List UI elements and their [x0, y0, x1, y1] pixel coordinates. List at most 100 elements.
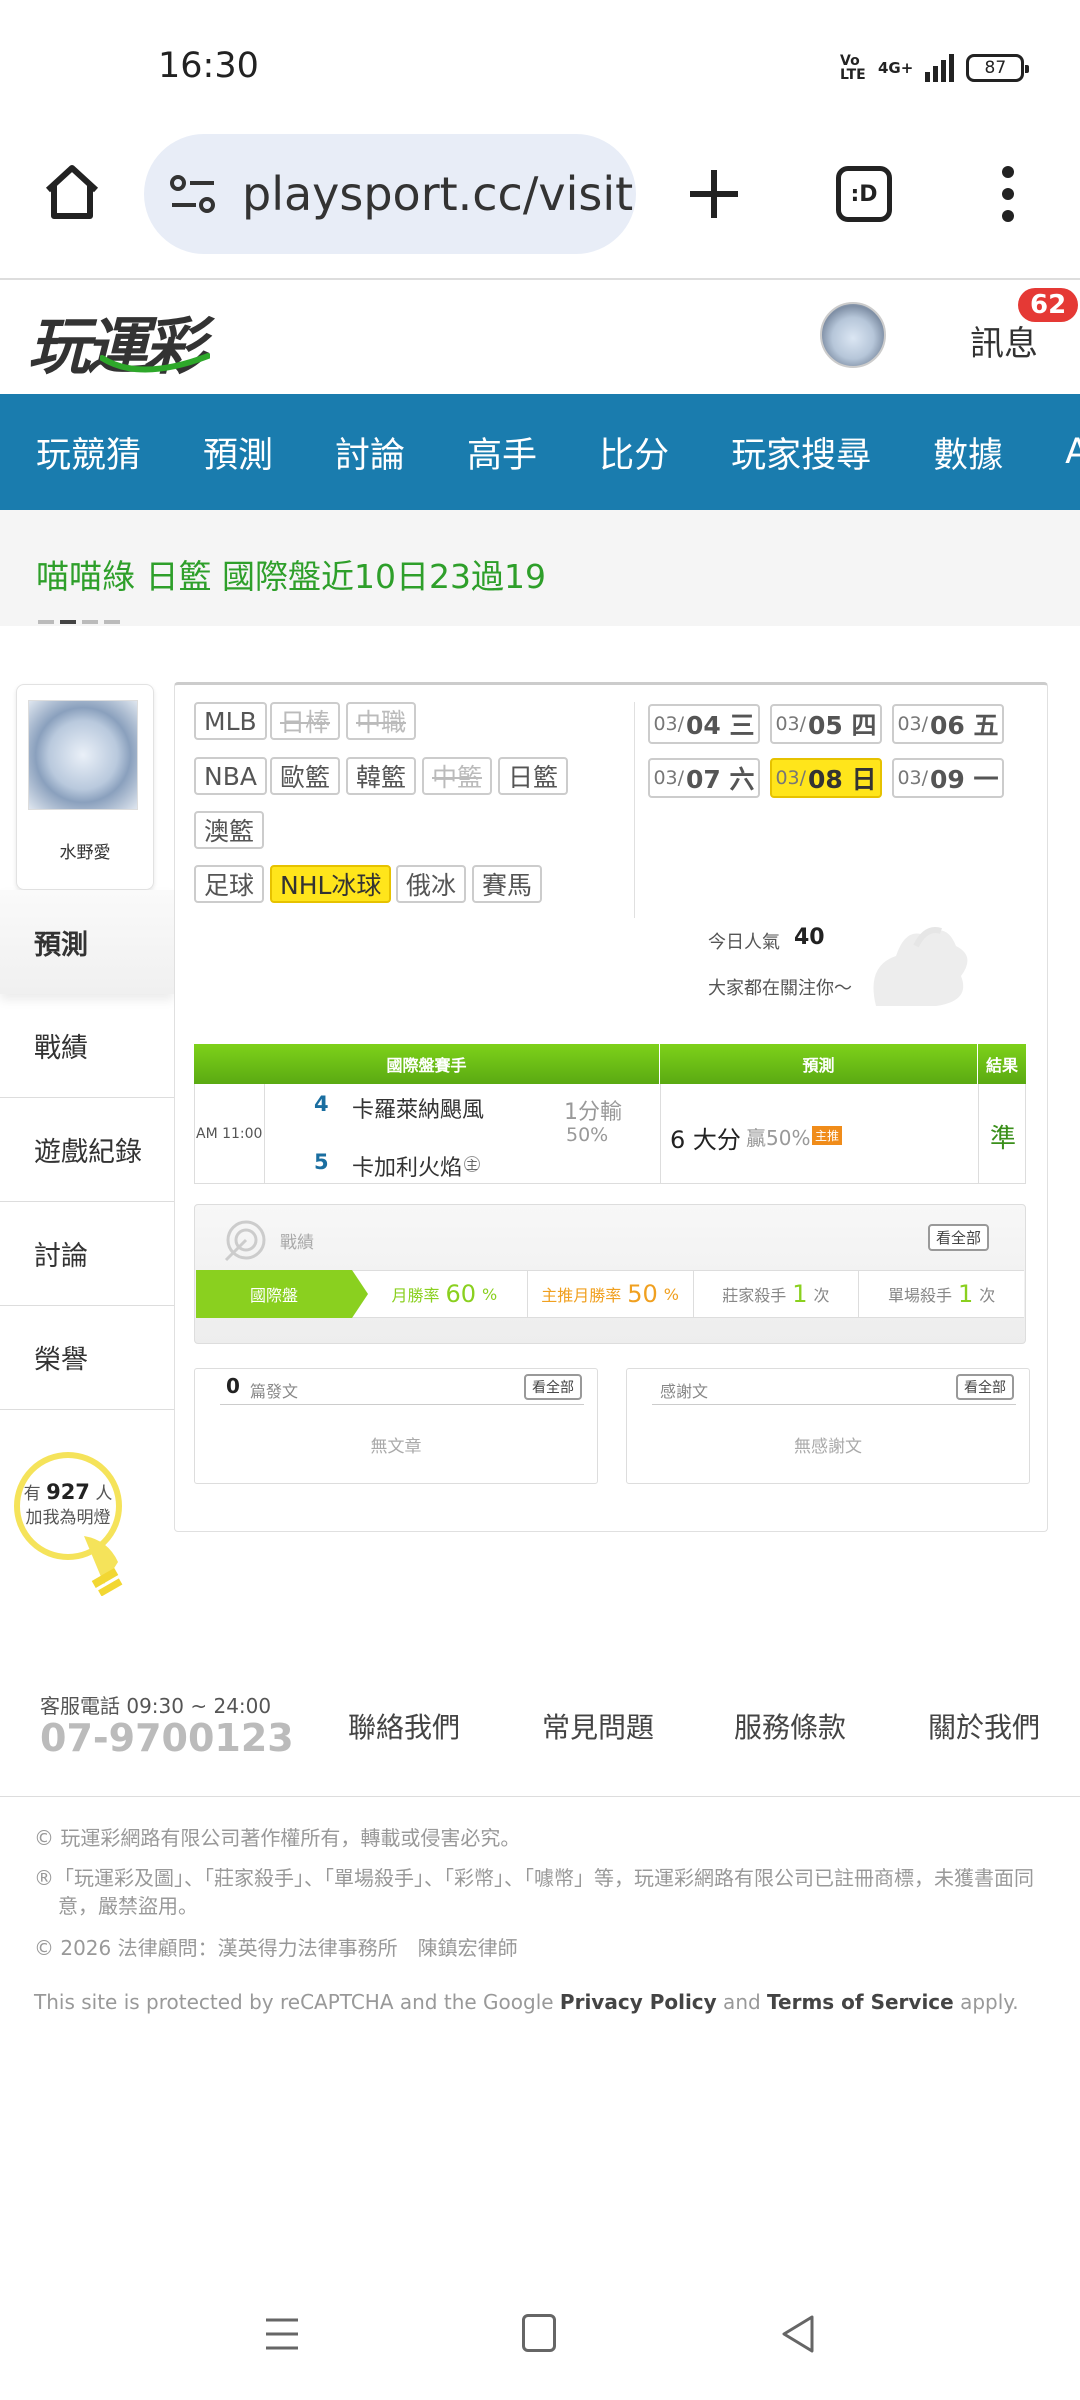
col-header-prediction: 預測: [660, 1044, 978, 1084]
nav-item-predict[interactable]: 預測: [167, 427, 273, 478]
prediction-pick: 6 大分: [670, 1126, 741, 1154]
stat-value: 1: [792, 1280, 808, 1308]
recaptcha-apply: apply.: [953, 1990, 1019, 2014]
date-day: 04 三: [686, 711, 755, 740]
more-menu-icon[interactable]: [996, 164, 1020, 224]
sport-tag-euro-basketball[interactable]: 歐籃: [270, 757, 341, 795]
date-tab-0308[interactable]: 03/08 日: [770, 758, 882, 798]
nav-item-guess[interactable]: 玩競猜: [0, 427, 141, 478]
footer-trademark: ®「玩運彩及圖」、「莊家殺手」、「單場殺手」、「彩幣」、「噱幣」等，玩運彩網路有…: [34, 1866, 1034, 1918]
side-tab-discuss[interactable]: 討論: [0, 1202, 174, 1306]
main-pick-badge: 主推: [812, 1126, 843, 1145]
home-team-badge: 主: [464, 1156, 480, 1172]
sport-tag-mlb[interactable]: MLB: [194, 702, 267, 740]
android-home-icon[interactable]: [522, 2314, 556, 2352]
thanks-view-all-button[interactable]: 看全部: [956, 1374, 1014, 1400]
articles-divider: [220, 1404, 584, 1405]
articles-empty: 無文章: [370, 1437, 422, 1457]
user-avatar[interactable]: [820, 302, 886, 368]
stat-unit: %: [482, 1284, 498, 1304]
sport-tag-cpbl: 中職: [346, 702, 417, 740]
fan-cta: 加我為明燈: [25, 1508, 111, 1528]
date-day: 05 四: [808, 711, 877, 740]
footer-recaptcha: This site is protected by reCAPTCHA and …: [34, 1988, 1054, 2016]
footer-link-faq[interactable]: 常見問題: [542, 1706, 654, 1746]
sport-tag-nbl[interactable]: 澳籃: [194, 811, 265, 849]
bulb-icon: [84, 1536, 123, 1596]
team1-name: 卡羅萊納颶風: [352, 1098, 485, 1123]
date-month: 03/: [897, 767, 929, 789]
date-tab-0307[interactable]: 03/07 六: [648, 758, 760, 798]
customer-service-label: 客服電話 09:30 ~ 24:00: [40, 1694, 272, 1718]
site-settings-icon[interactable]: [170, 174, 216, 214]
date-tab-0306[interactable]: 03/06 五: [892, 704, 1004, 744]
nav-item-scores[interactable]: 比分: [563, 427, 669, 478]
sport-tag-nba[interactable]: NBA: [194, 757, 267, 795]
side-tab-game-log[interactable]: 遊戲紀錄: [0, 1098, 174, 1202]
tab-switcher-button[interactable]: :D: [836, 166, 892, 222]
date-day: 07 六: [686, 765, 755, 794]
sport-tag-kbl[interactable]: 韓籃: [346, 757, 417, 795]
articles-count: 0: [226, 1374, 240, 1398]
target-icon: [224, 1220, 266, 1262]
privacy-policy-link[interactable]: Privacy Policy: [560, 1990, 717, 2014]
col-header-result: 結果: [985, 1056, 1018, 1075]
url-bar[interactable]: playsport.cc/visit: [144, 134, 636, 254]
stat-main-pick-rate: 主推月勝率 50%: [526, 1270, 693, 1318]
spread-line: 1分輸: [564, 1100, 622, 1125]
popularity-value: 40: [794, 925, 825, 950]
record-category-tab[interactable]: 國際盤: [196, 1270, 368, 1318]
fan-suffix: 人: [95, 1484, 113, 1504]
nav-item-player-search[interactable]: 玩家搜尋: [695, 427, 871, 478]
nav-item-experts[interactable]: 高手: [431, 427, 537, 478]
sport-tag-khl[interactable]: 俄冰: [396, 865, 467, 903]
nav-item-app[interactable]: APP: [1029, 432, 1080, 472]
customer-service-phone[interactable]: 07-9700123: [40, 1716, 294, 1760]
date-day: 09 一: [930, 765, 999, 794]
footer-legal: © 2026 法律顧問：漢英得力法律事務所 陳鎮宏律師: [34, 1936, 518, 1960]
new-tab-icon[interactable]: [684, 164, 744, 224]
stat-label: 主推月勝率: [541, 1286, 622, 1305]
col-divider: [264, 1084, 265, 1184]
nav-item-discuss[interactable]: 討論: [299, 427, 405, 478]
logo-swoosh: [100, 353, 210, 373]
ticker-text[interactable]: 喵喵綠 日籃 國際盤近10日23過19: [36, 550, 546, 598]
sport-tag-horse-racing[interactable]: 賽馬: [472, 865, 543, 903]
sport-tag-sbl: 中籃: [422, 757, 493, 795]
home-icon[interactable]: [40, 160, 104, 224]
col-header-matchup: 國際盤賽手: [194, 1044, 660, 1084]
toolbar-divider: [0, 278, 1080, 280]
footer-link-contact[interactable]: 聯絡我們: [348, 1706, 460, 1746]
thanks-empty: 無感謝文: [794, 1437, 862, 1457]
signal-icon: [925, 54, 955, 82]
footer-link-about[interactable]: 關於我們: [928, 1706, 1040, 1746]
date-tab-0309[interactable]: 03/09 一: [892, 758, 1004, 798]
record-stats-bar: 國際盤 月勝率 60% 主推月勝率 50% 莊家殺手 1 次 單場殺手 1 次: [196, 1270, 1024, 1318]
stat-unit: 次: [979, 1286, 996, 1305]
date-tab-0305[interactable]: 03/05 四: [770, 704, 882, 744]
stat-home-killer: 莊家殺手 1 次: [692, 1270, 859, 1318]
sport-tag-nhl[interactable]: NHL冰球: [270, 865, 392, 903]
recaptcha-text: This site is protected by reCAPTCHA and …: [34, 1990, 560, 2014]
terms-of-service-link[interactable]: Terms of Service: [767, 1990, 954, 2014]
nav-item-data[interactable]: 數據: [897, 427, 1003, 478]
profile-avatar: [28, 700, 138, 810]
thanks-label: 感謝文: [660, 1382, 709, 1401]
footer-link-terms[interactable]: 服務條款: [734, 1706, 846, 1746]
recent-apps-icon[interactable]: [264, 2316, 300, 2352]
record-view-all-button[interactable]: 看全部: [928, 1224, 990, 1251]
articles-view-all-button[interactable]: 看全部: [524, 1374, 582, 1400]
stat-unit: %: [663, 1284, 679, 1304]
side-tab-honor[interactable]: 榮譽: [0, 1306, 174, 1410]
side-tab-predict[interactable]: 預測: [0, 890, 174, 994]
stat-unit: 次: [813, 1286, 830, 1305]
sport-tag-soccer[interactable]: 足球: [194, 865, 265, 903]
sport-tag-jbl[interactable]: 日籃: [498, 757, 569, 795]
messages-link[interactable]: 訊息: [970, 316, 1038, 365]
date-tab-0304[interactable]: 03/04 三: [648, 704, 760, 744]
col-divider: [978, 1084, 979, 1184]
footer-copyright: © 玩運彩網路有限公司著作權所有，轉載或侵害必究。: [34, 1826, 521, 1850]
prediction-result: 準: [990, 1124, 1017, 1154]
side-tab-record[interactable]: 戰績: [0, 994, 174, 1098]
android-back-icon[interactable]: [780, 2314, 816, 2354]
